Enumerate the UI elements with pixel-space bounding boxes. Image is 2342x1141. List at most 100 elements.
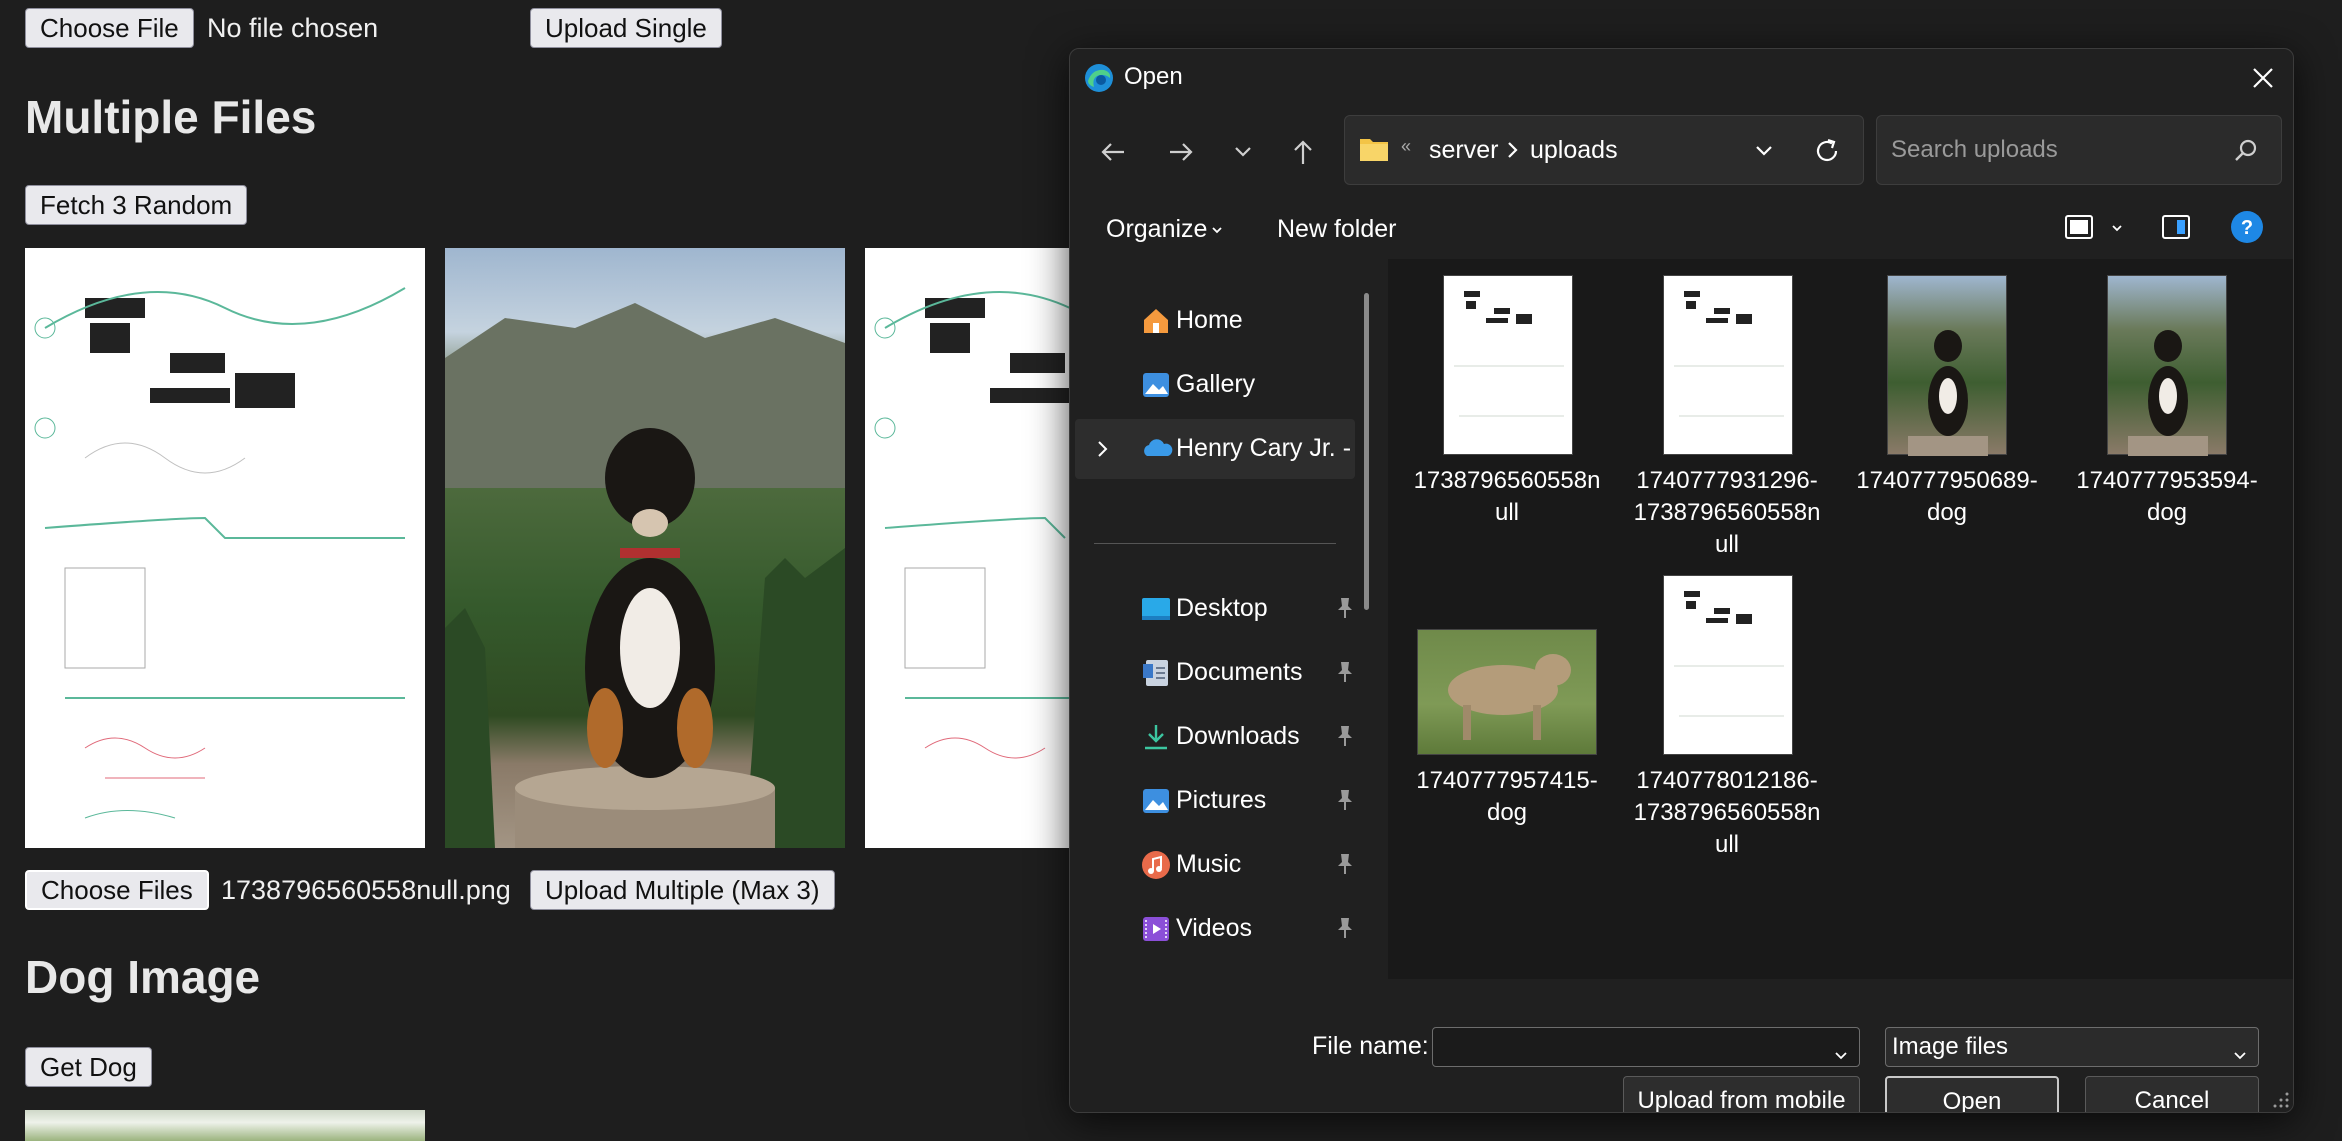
nav-item-music[interactable]: Music	[1075, 835, 1355, 895]
file-name: 1738796560558null	[1413, 467, 1601, 526]
file-type-select[interactable]: Image files	[1885, 1027, 2259, 1067]
nav-item-gallery[interactable]: Gallery	[1075, 355, 1355, 415]
file-name: 1740777957415-dog	[1416, 767, 1598, 826]
nav-item-desktop[interactable]: Desktop	[1075, 579, 1355, 639]
pin-icon[interactable]	[1335, 916, 1355, 940]
get-dog-button[interactable]: Get Dog	[25, 1047, 152, 1087]
file-name-label: File name:	[1312, 1032, 1429, 1060]
file-name: 1740777953594-dog	[2076, 467, 2258, 526]
breadcrumb-server[interactable]: server	[1429, 136, 1498, 165]
nav-item-label: Pictures	[1176, 786, 1267, 814]
fetch-random-button[interactable]: Fetch 3 Random	[25, 185, 248, 225]
pin-icon[interactable]	[1335, 724, 1355, 748]
file-type-dropdown-icon[interactable]	[2232, 1038, 2248, 1076]
nav-item-videos[interactable]: Videos	[1075, 899, 1355, 959]
nav-item-label: Henry Cary Jr. -	[1176, 434, 1352, 462]
up-arrow-icon[interactable]	[1288, 137, 1318, 172]
videos-icon	[1141, 914, 1171, 944]
file-name: 1740778012186-1738796560558null	[1633, 767, 1821, 858]
nav-item-downloads[interactable]: Downloads	[1075, 707, 1355, 767]
choose-files-button[interactable]: Choose Files	[25, 870, 209, 910]
downloads-icon	[1141, 722, 1171, 752]
gallery-icon	[1141, 370, 1171, 400]
preview-image-dog	[445, 248, 845, 848]
open-file-dialog: Open « server uploads Search uploads Org…	[1069, 48, 2294, 1113]
view-mode-icon[interactable]	[2063, 211, 2095, 248]
expand-chevron-icon[interactable]	[1095, 439, 1111, 464]
file-thumbnail-dog	[1887, 275, 2007, 456]
file-name: 1740777931296-1738796560558null	[1633, 467, 1821, 558]
recent-locations-chevron-icon[interactable]	[1232, 141, 1254, 168]
nav-item-onedrive[interactable]: Henry Cary Jr. -	[1075, 419, 1355, 479]
file-item[interactable]: 1738796560558null	[1412, 275, 1602, 526]
music-icon	[1141, 850, 1171, 880]
new-folder-button[interactable]: New folder	[1277, 215, 1397, 244]
view-mode-chevron-icon[interactable]	[2110, 221, 2124, 240]
back-arrow-icon[interactable]	[1098, 137, 1128, 172]
file-thumbnail-sketch	[1663, 275, 1793, 455]
file-type-value: Image files	[1892, 1033, 2009, 1060]
desktop-icon	[1141, 594, 1171, 624]
overflow-chevron-icon: «	[1401, 136, 1412, 156]
file-name-input[interactable]	[1432, 1027, 1860, 1067]
nav-item-pictures[interactable]: Pictures	[1075, 771, 1355, 831]
file-item[interactable]: 1740777957415-dog	[1412, 575, 1602, 826]
edge-browser-icon	[1084, 63, 1114, 98]
dog-image-preview	[25, 1110, 425, 1141]
single-file-status: No file chosen	[207, 13, 379, 43]
preview-pane-icon[interactable]	[2160, 211, 2192, 248]
dialog-footer: File name: Image files Upload from mobil…	[1070, 979, 2293, 1112]
file-item[interactable]: 1740777931296-1738796560558null	[1632, 275, 1822, 558]
file-thumbnail-dog	[2107, 275, 2227, 456]
nav-item-label: Home	[1176, 306, 1243, 334]
search-box[interactable]: Search uploads	[1876, 115, 2282, 185]
upload-multiple-button[interactable]: Upload Multiple (Max 3)	[530, 870, 835, 910]
documents-icon	[1141, 658, 1171, 688]
search-icon	[2233, 138, 2259, 169]
address-bar[interactable]: « server uploads	[1344, 115, 1864, 185]
refresh-icon[interactable]	[1812, 136, 1842, 171]
dog-image-heading: Dog Image	[25, 951, 261, 1003]
choose-file-button[interactable]: Choose File	[25, 8, 194, 48]
navigation-pane: Home Gallery Henry Cary Jr. - Desktop Do…	[1070, 259, 1383, 979]
upload-from-mobile-button[interactable]: Upload from mobile	[1623, 1076, 1860, 1112]
preview-image-sketch-1	[25, 248, 425, 848]
pin-icon[interactable]	[1335, 788, 1355, 812]
pin-icon[interactable]	[1335, 852, 1355, 876]
help-icon[interactable]: ?	[2230, 210, 2264, 249]
nav-scrollbar[interactable]	[1364, 293, 1369, 610]
nav-item-label: Gallery	[1176, 370, 1256, 398]
nav-item-label: Downloads	[1176, 722, 1300, 750]
file-item[interactable]: 1740777953594-dog	[2072, 275, 2262, 526]
nav-item-home[interactable]: Home	[1075, 291, 1355, 351]
svg-text:?: ?	[2241, 217, 2253, 239]
organize-menu[interactable]: Organize	[1106, 215, 1207, 244]
onedrive-icon	[1141, 434, 1173, 464]
file-item[interactable]: 1740777950689-dog	[1852, 275, 2042, 526]
file-thumbnail-dog	[1417, 629, 1597, 755]
organize-chevron-icon	[1210, 223, 1224, 242]
multiple-file-status: 1738796560558null.png	[221, 875, 511, 905]
breadcrumb-separator-icon	[1505, 140, 1521, 165]
nav-item-documents[interactable]: Documents	[1075, 643, 1355, 703]
file-list: 1738796560558null 1740777931296-17387965…	[1388, 259, 2293, 979]
search-input[interactable]: Search uploads	[1891, 136, 2058, 164]
pin-icon[interactable]	[1335, 660, 1355, 684]
forward-arrow-icon[interactable]	[1166, 137, 1196, 172]
home-icon	[1141, 306, 1171, 336]
file-item[interactable]: 1740778012186-1738796560558null	[1632, 575, 1822, 858]
resize-grip-icon[interactable]	[2272, 1091, 2290, 1112]
pictures-icon	[1141, 786, 1171, 816]
multiple-files-heading: Multiple Files	[25, 91, 317, 143]
pin-icon[interactable]	[1335, 596, 1355, 620]
file-name-dropdown-icon[interactable]	[1833, 1038, 1849, 1076]
upload-single-button[interactable]: Upload Single	[530, 8, 722, 48]
nav-item-label: Videos	[1176, 914, 1252, 942]
cancel-button[interactable]: Cancel	[2085, 1076, 2259, 1112]
close-icon[interactable]	[2248, 63, 2278, 98]
breadcrumb-uploads[interactable]: uploads	[1530, 136, 1618, 165]
open-button[interactable]: Open	[1885, 1076, 2059, 1112]
nav-item-label: Desktop	[1176, 594, 1268, 622]
address-dropdown-icon[interactable]	[1753, 140, 1775, 167]
folder-icon	[1359, 136, 1389, 167]
